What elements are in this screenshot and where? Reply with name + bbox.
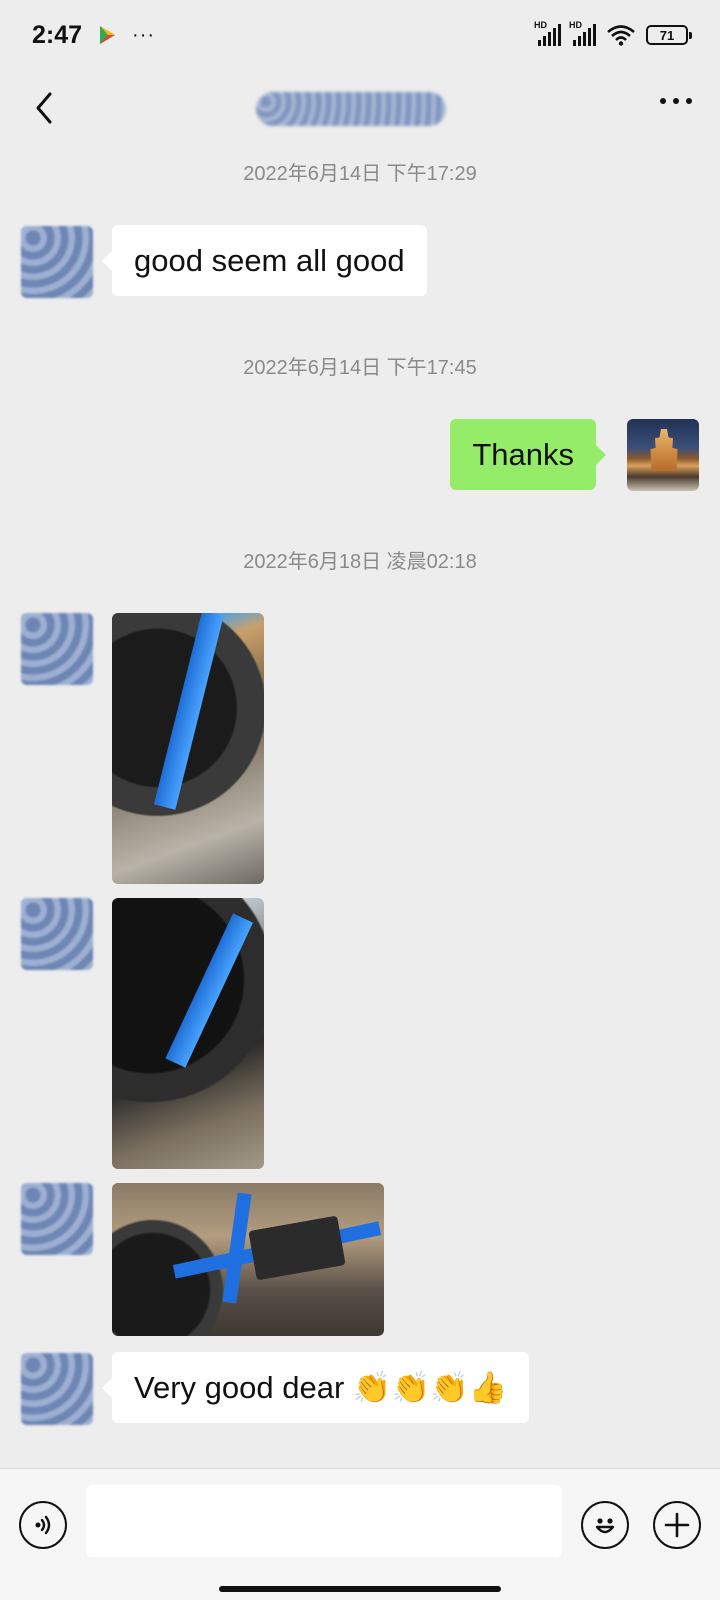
contact-avatar[interactable] (21, 1353, 93, 1425)
more-dots-icon (660, 98, 666, 104)
battery-icon: 71 (646, 25, 692, 45)
signal-icon: HD (569, 20, 596, 46)
more-options-button[interactable] (660, 98, 692, 104)
message-input[interactable] (86, 1485, 562, 1557)
message-timestamp: 2022年6月14日 下午17:29 (243, 163, 477, 185)
plus-icon (664, 1512, 690, 1538)
message-list[interactable]: 2022年6月14日 下午17:29 good seem all good 20… (0, 148, 720, 1468)
chat-title-redacted (256, 92, 446, 126)
message-timestamp: 2022年6月18日 凌晨02:18 (243, 551, 477, 573)
voice-icon (35, 1515, 51, 1535)
back-button[interactable] (24, 86, 64, 130)
notification-more-icon: ··· (132, 23, 156, 46)
contact-avatar[interactable] (21, 226, 93, 298)
signal-icon: HD (534, 20, 561, 46)
signal-hd-label: HD (569, 20, 582, 30)
play-store-icon (100, 26, 116, 44)
outgoing-message[interactable]: Thanks (450, 419, 606, 490)
image-message[interactable] (112, 898, 264, 1169)
emoji-icon (595, 1518, 615, 1534)
home-indicator[interactable] (219, 1586, 501, 1592)
contact-avatar[interactable] (21, 1183, 93, 1255)
image-message[interactable] (112, 613, 264, 884)
chat-header (0, 70, 720, 148)
message-timestamp: 2022年6月14日 下午17:45 (243, 357, 477, 379)
emoji-button[interactable] (581, 1501, 629, 1549)
incoming-message[interactable]: good seem all good (102, 225, 427, 296)
input-bar (0, 1468, 720, 1600)
more-actions-button[interactable] (653, 1501, 701, 1549)
contact-avatar[interactable] (21, 898, 93, 970)
self-avatar[interactable] (627, 419, 699, 491)
signal-hd-label: HD (534, 20, 547, 30)
battery-level: 71 (659, 27, 675, 43)
wifi-icon (607, 25, 635, 46)
status-time: 2:47 (32, 20, 83, 49)
chevron-left-icon (36, 92, 52, 124)
status-bar: 2:47 ··· HD HD 71 (0, 0, 720, 70)
voice-input-button[interactable] (19, 1501, 67, 1549)
incoming-message[interactable]: Very good dear 👏👏👏👍 (101, 1352, 530, 1423)
image-message[interactable] (112, 1183, 384, 1336)
contact-avatar[interactable] (21, 613, 93, 685)
